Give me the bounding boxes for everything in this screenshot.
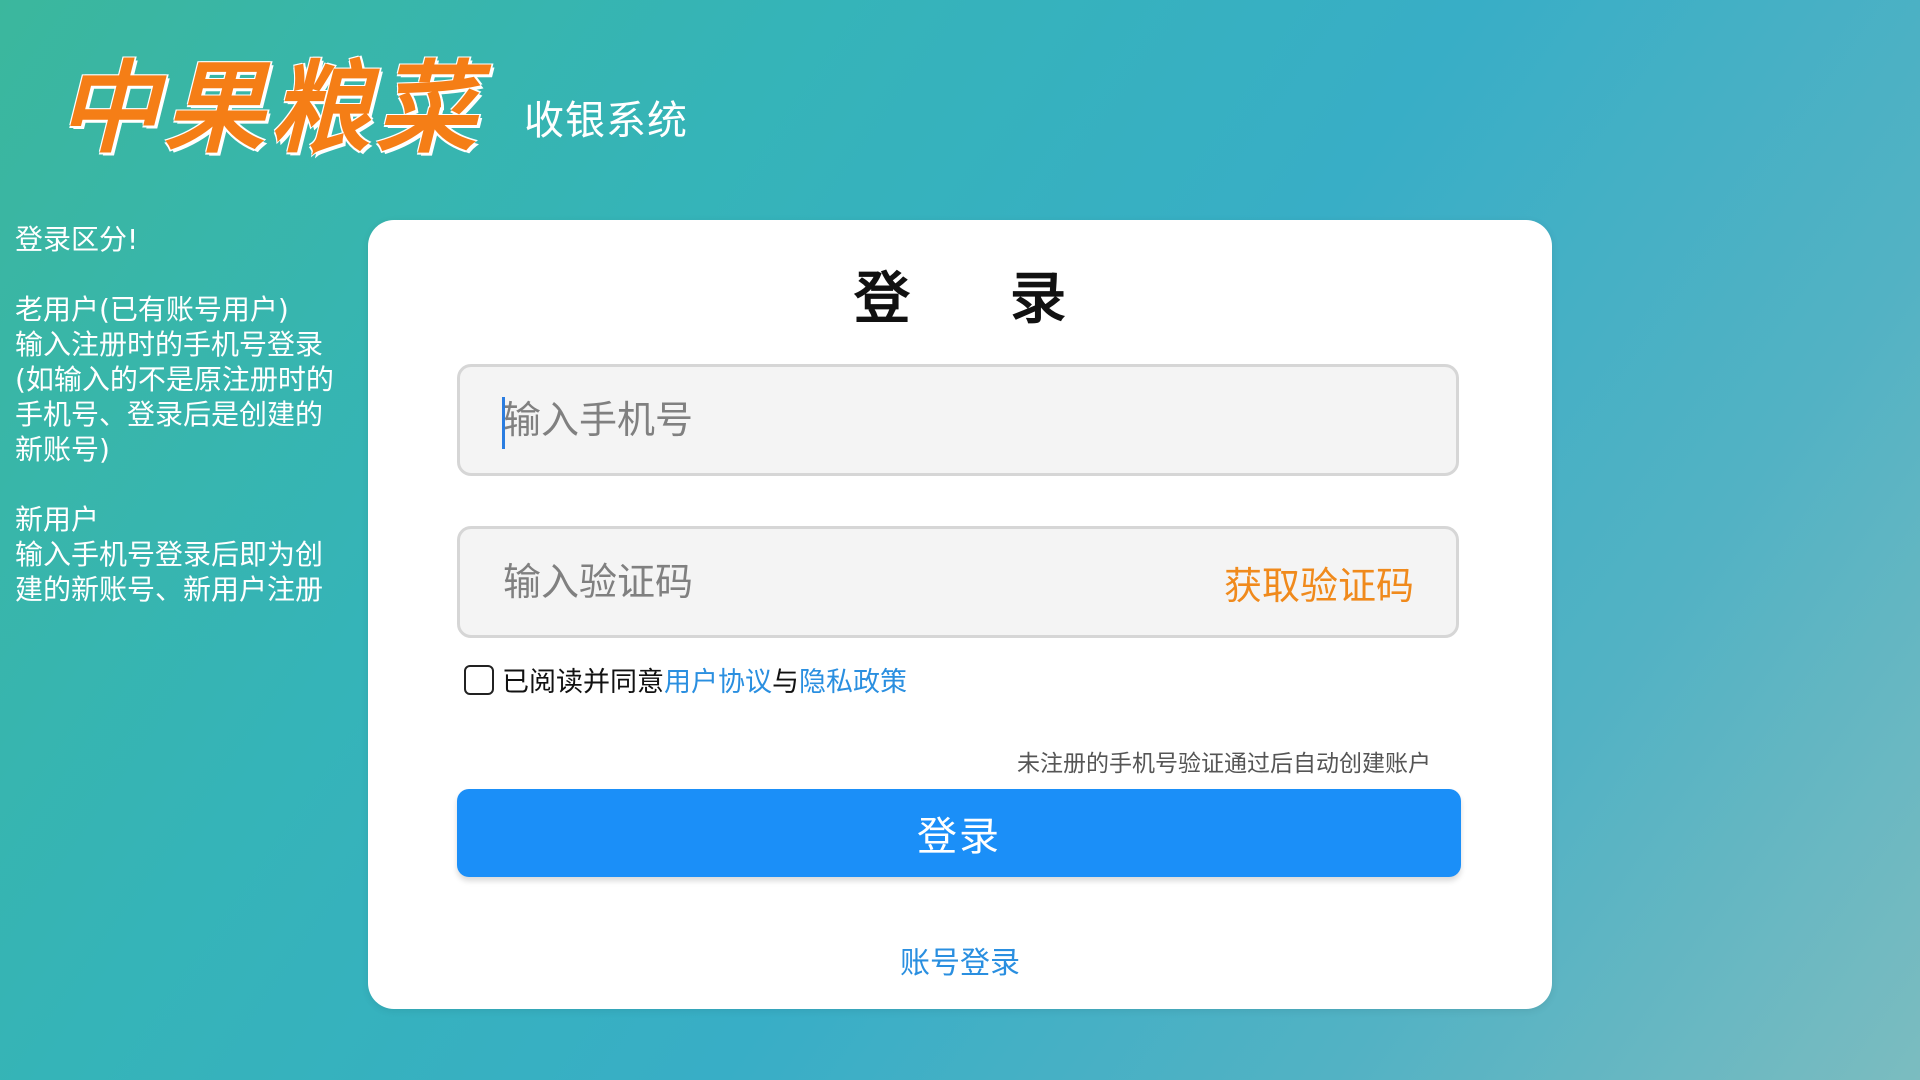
brand-subtitle: 收银系统 [524,98,688,144]
get-code-button[interactable]: 获取验证码 [1224,555,1414,610]
privacy-policy-link[interactable]: 隐私政策 [799,660,907,699]
login-card: 登录 获取验证码 已阅读并同意 用户协议 与 隐私政策 未注册的手机号验证通过后… [368,220,1552,1009]
login-button[interactable]: 登录 [457,789,1461,877]
user-agreement-link[interactable]: 用户协议 [664,660,772,699]
login-notice: 登录区分! 老用户(已有账号用户) 输入注册时的手机号登录 (如输入的不是原注册… [15,222,360,607]
phone-input[interactable] [460,367,1456,473]
login-title: 登录 [854,267,1166,332]
notice-title: 登录区分! [15,223,139,256]
brand-header: 中果粮菜 收银系统 [58,28,688,158]
phone-field[interactable] [457,364,1459,476]
agreement-checkbox[interactable] [464,664,494,695]
agreement-row: 已阅读并同意 用户协议 与 隐私政策 [464,660,907,699]
text-caret [502,397,505,449]
notice-new-user: 新用户 输入手机号登录后即为创 建的新账号、新用户注册 [15,503,324,606]
notice-old-user: 老用户(已有账号用户) 输入注册时的手机号登录 (如输入的不是原注册时的 手机号… [15,293,334,466]
code-field[interactable]: 获取验证码 [457,526,1459,638]
agreement-prefix: 已阅读并同意 [502,667,664,698]
account-login-link[interactable]: 账号登录 [368,938,1552,982]
verification-code-input[interactable] [460,529,1224,635]
agreement-conjunction: 与 [772,667,799,698]
brand-logo: 中果粮菜 [58,49,482,167]
auto-register-hint: 未注册的手机号验证通过后自动创建账户 [1017,751,1431,777]
